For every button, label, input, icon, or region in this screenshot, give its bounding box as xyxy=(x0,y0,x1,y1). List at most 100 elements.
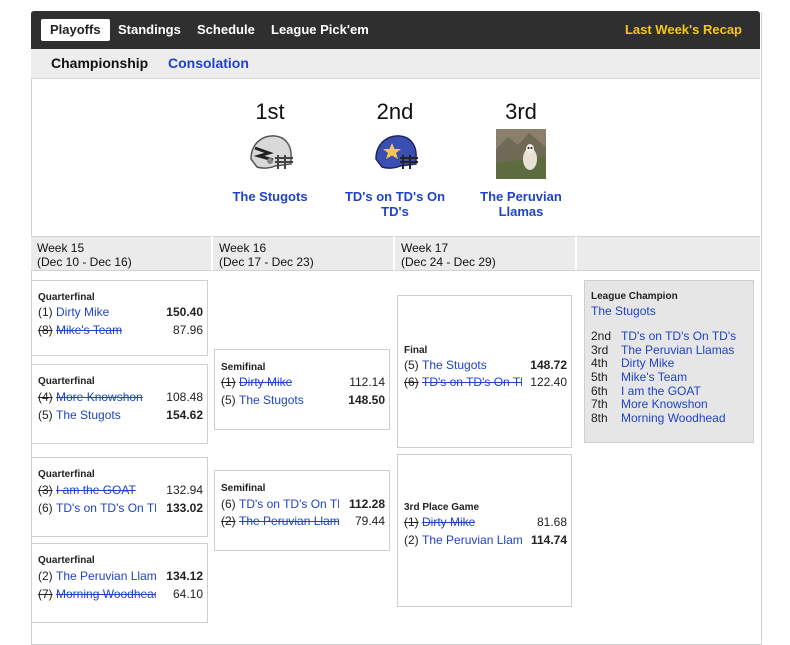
team-link[interactable]: More Knowshon xyxy=(56,389,143,405)
matchup-team-row: (1) Dirty Mike 150.40 xyxy=(38,304,203,320)
team-link[interactable]: Dirty Mike xyxy=(239,374,292,390)
tab-playoffs[interactable]: Playoffs xyxy=(41,19,110,41)
podium-third: 3rd The Peruvian Llamas xyxy=(456,99,586,219)
team-link[interactable]: TD's on TD's On TD's xyxy=(239,496,339,512)
seed: (6) xyxy=(404,375,419,389)
matchup-final[interactable]: Final (5) The Stugots 148.72 (6) TD's on… xyxy=(397,295,572,448)
team-link[interactable]: I am the GOAT xyxy=(56,482,136,498)
team-link[interactable]: The Peruvian Llamas xyxy=(621,343,734,357)
last-week-recap-link[interactable]: Last Week's Recap xyxy=(625,19,742,41)
team-link[interactable]: TD's on TD's On TD's xyxy=(56,500,156,516)
week-label: Week 16 xyxy=(219,241,267,255)
podium: 1st The Stugots 2nd TD's on TD's On TD's… xyxy=(31,79,760,236)
matchup-third-place[interactable]: 3rd Place Game (1) Dirty Mike 81.68 (2) … xyxy=(397,454,572,607)
seed: (4) xyxy=(38,390,53,404)
tab-consolation[interactable]: Consolation xyxy=(168,49,249,78)
round-label: Quarterfinal xyxy=(38,376,95,387)
team-link[interactable]: Morning Woodhead xyxy=(621,411,726,425)
round-label: Quarterfinal xyxy=(38,292,95,303)
matchup-team-row: (6) TD's on TD's On TD's 133.02 xyxy=(38,500,203,516)
team-link[interactable]: TD's on TD's On TD's xyxy=(422,374,522,390)
week-17-header: Week 17 (Dec 24 - Dec 29) xyxy=(395,236,577,271)
week-label: Week 15 xyxy=(37,241,85,255)
matchup-team-row: (6) TD's on TD's On TD's 122.40 xyxy=(404,374,567,390)
score: 134.12 xyxy=(166,569,203,583)
results-header xyxy=(577,236,760,271)
team-link[interactable]: Mike's Team xyxy=(621,370,687,384)
seed: (1) xyxy=(38,305,53,319)
matchup-quarterfinal-3[interactable]: Quarterfinal (3) I am the GOAT 132.94 (6… xyxy=(31,457,208,537)
matchup-team-row: (3) I am the GOAT 132.94 xyxy=(38,482,203,498)
week-dates: (Dec 24 - Dec 29) xyxy=(401,255,496,269)
place: 3rd xyxy=(591,343,609,357)
score: 112.14 xyxy=(349,375,385,389)
score: 154.62 xyxy=(166,408,203,422)
score: 122.40 xyxy=(530,375,567,389)
team-link[interactable]: The Peruvian Llamas xyxy=(56,568,156,584)
team-link[interactable]: TD's on TD's On TD's xyxy=(330,189,460,219)
week-16-header: Week 16 (Dec 17 - Dec 23) xyxy=(213,236,395,271)
team-link[interactable]: Dirty Mike xyxy=(422,514,475,530)
llama-photo-icon[interactable] xyxy=(496,129,546,179)
team-link[interactable]: More Knowshon xyxy=(621,397,708,411)
seed: (2) xyxy=(221,514,236,528)
score: 148.50 xyxy=(348,393,385,407)
place: 5th xyxy=(591,370,608,384)
team-link[interactable]: TD's on TD's On TD's xyxy=(621,329,736,343)
matchup-semifinal-1[interactable]: Semifinal (1) Dirty Mike 112.14 (5) The … xyxy=(214,349,390,430)
league-champion-panel: League Champion The Stugots 2nd TD's on … xyxy=(584,280,754,443)
tab-championship[interactable]: Championship xyxy=(51,49,148,78)
team-link[interactable]: The Peruvian Llamas xyxy=(239,513,339,529)
matchup-team-row: (1) Dirty Mike 81.68 xyxy=(404,514,567,530)
place: 7th xyxy=(591,397,608,411)
team-link[interactable]: Dirty Mike xyxy=(56,304,109,320)
team-link[interactable]: The Stugots xyxy=(205,189,335,204)
matchup-team-row: (1) Dirty Mike 112.14 xyxy=(221,374,385,390)
score: 148.72 xyxy=(530,358,567,372)
team-link[interactable]: The Stugots xyxy=(422,357,487,373)
place: 4th xyxy=(591,356,608,370)
seed: (1) xyxy=(221,375,236,389)
champion-title: League Champion xyxy=(591,291,678,302)
sub-nav: Championship Consolation xyxy=(31,49,760,79)
seed: (5) xyxy=(404,358,419,372)
tab-standings[interactable]: Standings xyxy=(109,19,190,41)
top-nav: Playoffs Standings Schedule League Pick'… xyxy=(31,11,760,49)
matchup-team-row: (6) TD's on TD's On TD's 112.28 xyxy=(221,496,385,512)
team-link[interactable]: Mike's Team xyxy=(56,322,122,338)
final-standing-row: 8th Morning Woodhead xyxy=(591,411,749,425)
seed: (7) xyxy=(38,587,53,601)
final-standing-row: 3rd The Peruvian Llamas xyxy=(591,343,749,357)
blue-helmet-icon[interactable] xyxy=(370,129,420,179)
score: 112.28 xyxy=(348,497,385,511)
final-standing-row: 5th Mike's Team xyxy=(591,370,749,384)
rank-label: 3rd xyxy=(505,99,537,124)
score: 79.44 xyxy=(354,514,385,528)
team-link[interactable]: The Peruvian Llamas xyxy=(422,532,522,548)
tab-league-pickem[interactable]: League Pick'em xyxy=(262,19,378,41)
matchup-quarterfinal-4[interactable]: Quarterfinal (2) The Peruvian Llamas 134… xyxy=(31,543,208,623)
matchup-quarterfinal-2[interactable]: Quarterfinal (4) More Knowshon 108.48 (5… xyxy=(31,364,208,444)
round-label: Quarterfinal xyxy=(38,555,95,566)
matchup-team-row: (5) The Stugots 148.72 xyxy=(404,357,567,373)
matchup-team-row: (5) The Stugots 154.62 xyxy=(38,407,203,423)
team-link[interactable]: Dirty Mike xyxy=(621,356,674,370)
team-link[interactable]: The Stugots xyxy=(239,392,304,408)
champion-team-link[interactable]: The Stugots xyxy=(591,304,656,318)
team-link[interactable]: The Stugots xyxy=(56,407,121,423)
seed: (5) xyxy=(221,393,236,407)
team-link[interactable]: The Peruvian Llamas xyxy=(456,189,586,219)
podium-first: 1st The Stugots xyxy=(205,99,335,204)
silver-helmet-icon[interactable] xyxy=(245,129,295,179)
week-label: Week 17 xyxy=(401,241,449,255)
matchup-semifinal-2[interactable]: Semifinal (6) TD's on TD's On TD's 112.2… xyxy=(214,470,390,551)
seed: (5) xyxy=(38,408,53,422)
tab-schedule[interactable]: Schedule xyxy=(188,19,264,41)
matchup-quarterfinal-1[interactable]: Quarterfinal (1) Dirty Mike 150.40 (8) M… xyxy=(31,280,208,356)
rank-label: 1st xyxy=(255,99,285,124)
score: 81.68 xyxy=(536,515,567,529)
team-link[interactable]: Morning Woodhead xyxy=(56,586,156,602)
seed: (3) xyxy=(38,483,53,497)
matchup-team-row: (7) Morning Woodhead 64.10 xyxy=(38,586,203,602)
team-link[interactable]: I am the GOAT xyxy=(621,384,701,398)
